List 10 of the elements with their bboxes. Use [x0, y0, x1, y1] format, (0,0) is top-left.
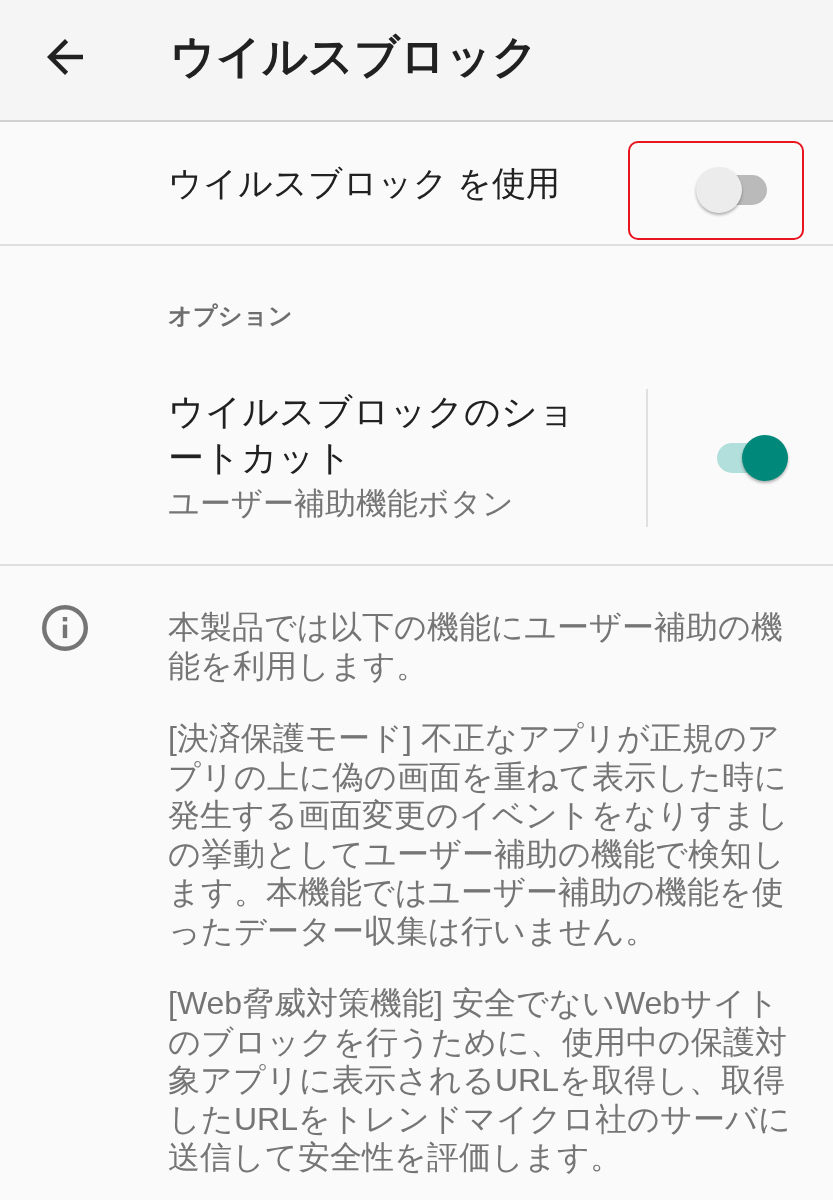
info-paragraph: 本製品では以下の機能にユーザー補助の機能を利用します。 [168, 608, 784, 685]
info-icon [42, 605, 88, 651]
setting-title: ウイルスブロックのショートカット [168, 390, 576, 480]
screen-title: ウイルスブロック [170, 30, 538, 84]
back-arrow-icon[interactable] [47, 39, 83, 75]
info-paragraph: [Web脅威対策機能] 安全でないWebサイトのブロックを行うために、使用中の保護対象アプリに表示されるURLを取得し、取得したURLをトレンドマイクロ社のサーバに送信して安全性を評価します。 [168, 984, 792, 1177]
setting-label: ウイルスブロック を使用 [168, 163, 562, 204]
setting-summary: ユーザー補助機能ボタン [168, 485, 515, 523]
section-header: オプション [168, 301, 293, 331]
info-paragraph: [決済保護モード] 不正なアプリが正規のアプリの上に偽の画面を重ねて表示した時に発生する画面変更のイベントをなりすましの挙動としてユーザー補助の機能で検知します。本機能ではユーザー補助の機能を使ったデーター収集は行いません。 [168, 719, 790, 950]
